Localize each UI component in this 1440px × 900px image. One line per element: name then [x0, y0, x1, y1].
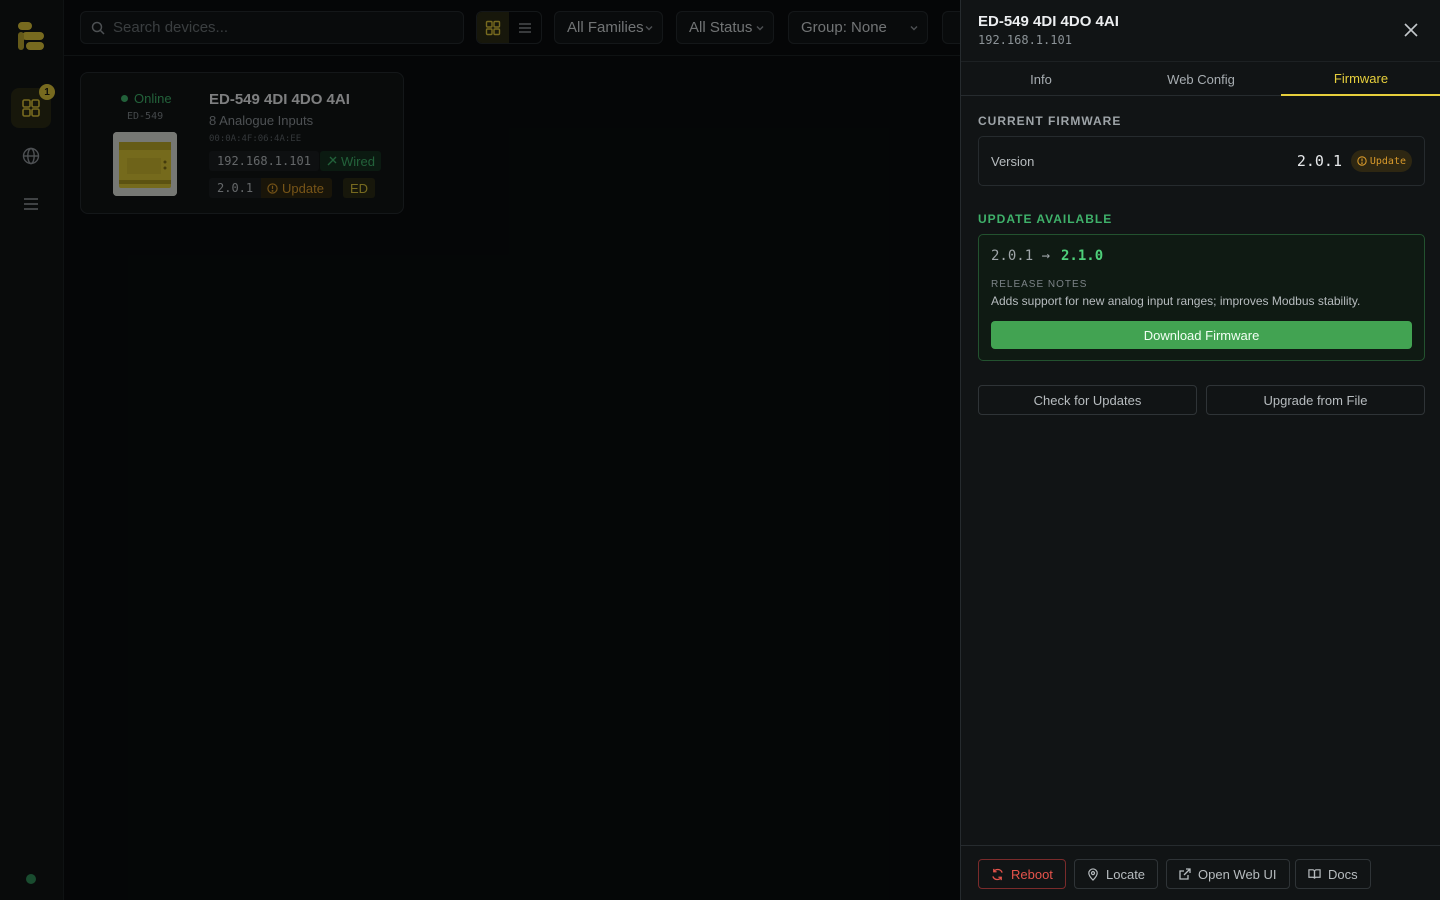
docs-button[interactable]: Docs	[1295, 859, 1371, 889]
open-web-ui-button[interactable]: Open Web UI	[1166, 859, 1290, 889]
version-value: 2.0.1	[1296, 152, 1342, 170]
list-icon	[519, 22, 531, 33]
ethernet-icon	[327, 156, 337, 166]
status-filter-label: All Status	[689, 19, 753, 36]
close-icon	[1404, 23, 1418, 37]
firmware-version: 2.0.1	[209, 178, 262, 198]
drawer-tabs: Info Web Config Firmware	[961, 61, 1440, 96]
nav-menu[interactable]	[11, 184, 51, 224]
online-dot	[121, 95, 128, 102]
drawer-footer: Reboot Locate Open Web UI Docs	[961, 845, 1440, 900]
list-view-button[interactable]	[509, 12, 541, 43]
tab-web-config[interactable]: Web Config	[1121, 62, 1281, 96]
group-dropdown[interactable]: Group: None	[788, 11, 928, 44]
alert-circle-icon	[267, 182, 278, 194]
update-pill-label: Update	[1369, 155, 1406, 167]
status-label: Online	[134, 91, 172, 106]
status-filter-dropdown[interactable]: All Status	[676, 11, 774, 44]
family-filter-dropdown[interactable]: All Families	[554, 11, 663, 44]
upgrade-from-file-button[interactable]: Upgrade from File	[1206, 385, 1425, 415]
current-firmware-heading: CURRENT FIRMWARE	[978, 114, 1122, 128]
locate-label: Locate	[1106, 866, 1146, 882]
connection-status-dot	[26, 874, 36, 884]
group-filter-label: Group: None	[801, 19, 887, 36]
release-notes-text: Adds support for new analog input ranges…	[991, 294, 1361, 308]
view-toggle	[476, 11, 542, 44]
left-rail: 1	[0, 0, 64, 900]
reboot-button[interactable]: Reboot	[978, 859, 1066, 889]
version-label: Version	[991, 154, 1035, 169]
external-link-icon	[1179, 868, 1191, 880]
update-badge[interactable]: Update	[261, 178, 332, 198]
device-ip: 192.168.1.101	[209, 151, 319, 171]
device-thumbnail	[113, 132, 177, 196]
download-firmware-button[interactable]: Download Firmware	[991, 321, 1412, 349]
device-subtitle: 8 Analogue Inputs	[209, 113, 314, 128]
device-title: ED-549 4DI 4DO 4AI	[209, 91, 350, 108]
search-box[interactable]	[80, 11, 464, 44]
current-firmware-row: Version 2.0.1 Update	[978, 136, 1425, 186]
nav-devices[interactable]: 1	[11, 84, 55, 128]
map-pin-icon	[1088, 867, 1098, 881]
drawer-ip: 192.168.1.101	[978, 33, 1072, 47]
tab-firmware[interactable]: Firmware	[1281, 62, 1440, 96]
device-drawer: ED-549 4DI 4DO 4AI 192.168.1.101 Info We…	[960, 0, 1440, 900]
device-model: ED-549	[127, 111, 164, 122]
close-button[interactable]	[1401, 20, 1421, 40]
grid-view-button[interactable]	[477, 12, 509, 43]
from-version: 2.0.1 →	[991, 248, 1051, 264]
locate-button[interactable]: Locate	[1074, 859, 1159, 889]
device-mac: 00:0A:4F:06:4A:EE	[209, 134, 302, 144]
open-web-ui-label: Open Web UI	[1198, 866, 1277, 882]
family-badge: ED	[343, 178, 376, 198]
reboot-label: Reboot	[1011, 866, 1053, 882]
chevron-down-icon	[645, 25, 653, 30]
devices-icon	[22, 99, 40, 117]
alert-circle-icon	[1357, 156, 1367, 166]
chevron-down-icon	[756, 25, 764, 30]
update-available-heading: UPDATE AVAILABLE	[978, 212, 1113, 226]
toolbar: All Families All Status Group: None	[64, 0, 972, 56]
drawer-title: ED-549 4DI 4DO 4AI	[978, 13, 1119, 30]
arrow-right-icon: →	[1041, 248, 1051, 264]
status-online: Online	[121, 91, 172, 106]
search-icon	[91, 21, 105, 35]
connection-label: Wired	[341, 153, 375, 169]
update-label: Update	[282, 180, 324, 196]
to-version: 2.1.0	[1061, 248, 1104, 264]
chevron-down-icon	[910, 25, 918, 30]
search-input[interactable]	[113, 19, 443, 36]
tab-info[interactable]: Info	[961, 62, 1121, 96]
book-icon	[1308, 869, 1321, 879]
release-notes-heading: RELEASE NOTES	[991, 279, 1088, 290]
devices-count-badge: 1	[39, 84, 55, 100]
check-updates-button[interactable]: Check for Updates	[978, 385, 1197, 415]
refresh-icon	[992, 868, 1003, 880]
menu-icon	[24, 198, 38, 210]
app-logo-icon[interactable]	[12, 14, 52, 58]
nav-network[interactable]	[11, 136, 51, 176]
grid-icon	[485, 20, 501, 35]
docs-label: Docs	[1328, 866, 1358, 882]
update-available-box: 2.0.1 → 2.1.0 RELEASE NOTES Adds support…	[978, 234, 1425, 361]
device-card[interactable]: Online ED-549 ED-549 4DI 4DO 4AI 8 Analo…	[80, 72, 404, 214]
connection-badge: Wired	[320, 151, 381, 171]
globe-icon	[22, 147, 40, 165]
update-pill: Update	[1350, 150, 1412, 172]
family-filter-label: All Families	[567, 19, 644, 36]
